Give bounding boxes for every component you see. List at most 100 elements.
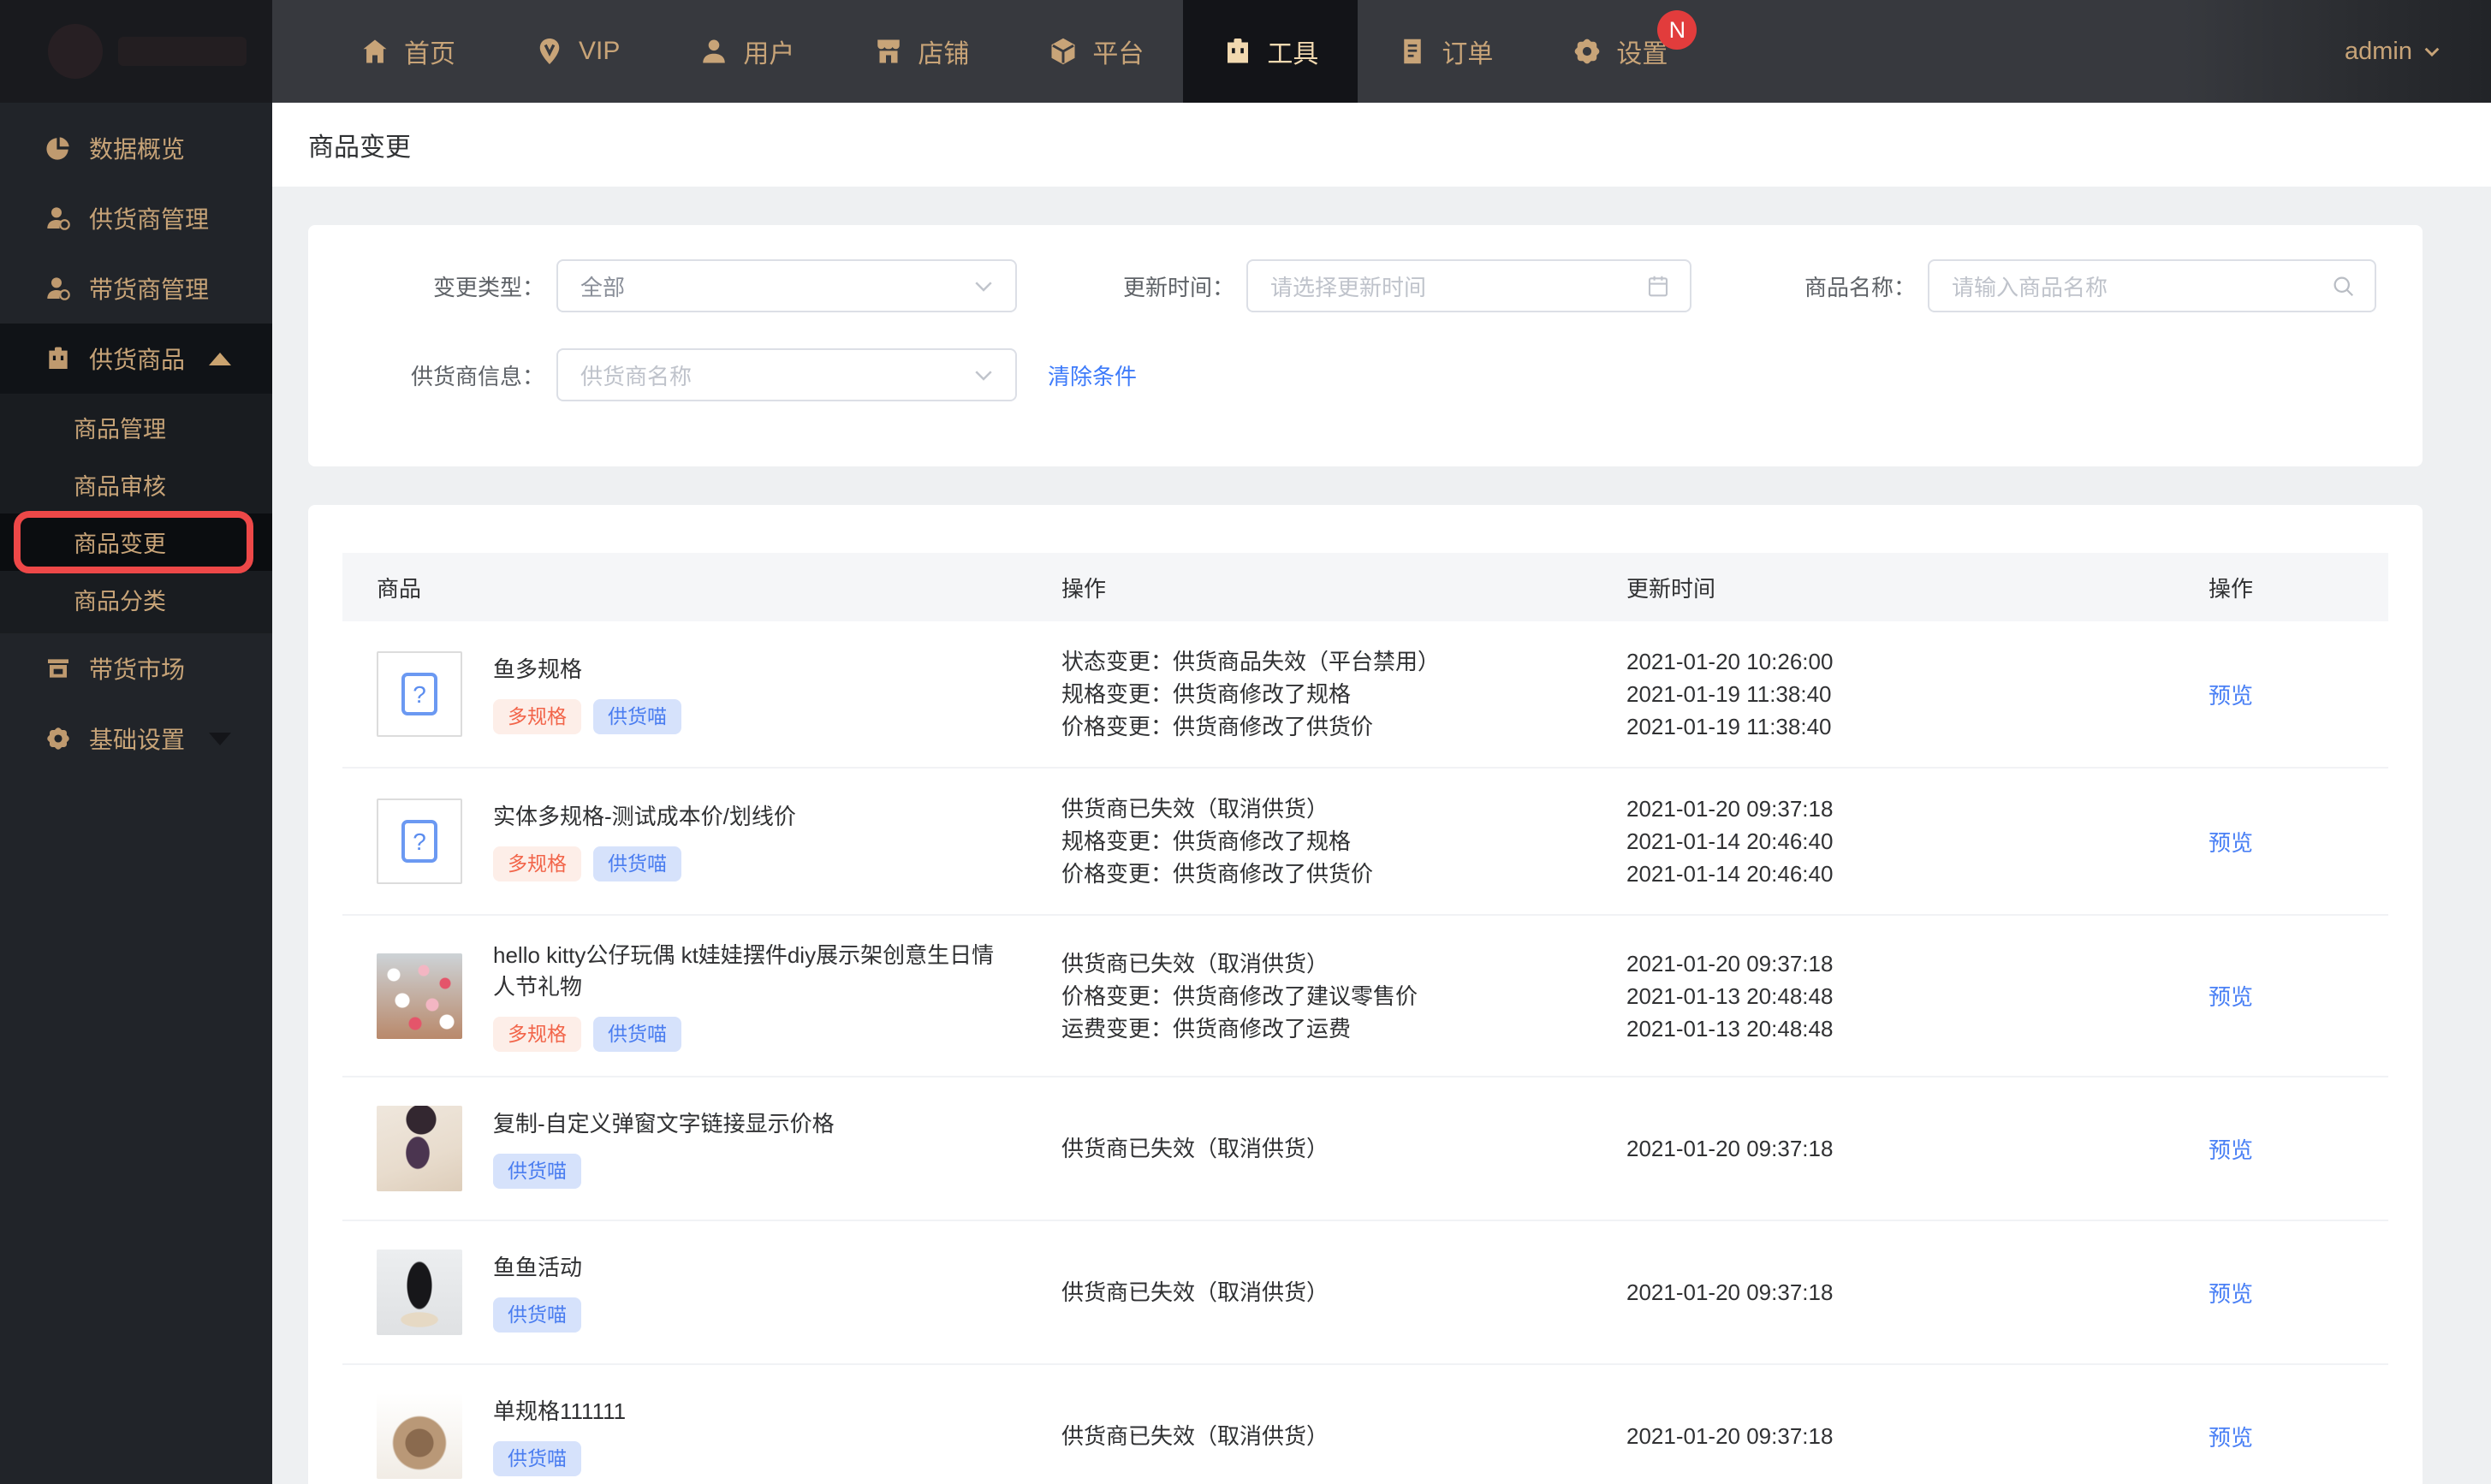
product-tags: 多规格 供货喵 bbox=[493, 1017, 1007, 1052]
sidebar-item-label: 带货商管理 bbox=[89, 276, 210, 303]
supplier-select[interactable]: 供货商名称 bbox=[556, 348, 1017, 401]
sidebar-item-distributor-management[interactable]: 带货商管理 bbox=[0, 253, 272, 324]
chevron-down-icon bbox=[971, 362, 996, 388]
update-time-cell: 2021-01-20 10:26:00 2021-01-19 11:38:40 20… bbox=[1626, 645, 2209, 743]
nav-item-vip[interactable]: VIP bbox=[495, 0, 659, 103]
order-icon bbox=[1397, 36, 1428, 67]
chevron-down-icon bbox=[209, 732, 231, 745]
sidebar-item-supply-goods[interactable]: 供货商品 bbox=[0, 324, 272, 394]
product-name: hello kitty公仔玩偶 kt娃娃摆件diy展示架创意生日情人节礼物 bbox=[493, 942, 995, 1000]
tag-blue: 供货喵 bbox=[593, 846, 681, 881]
product-photo bbox=[377, 1106, 462, 1191]
product-cell: 复制-自定义弹窗文字链接显示价格 供货喵 bbox=[342, 1106, 1061, 1191]
product-info: 复制-自定义弹窗文字链接显示价格 供货喵 bbox=[377, 1106, 1061, 1191]
preview-link[interactable]: 预览 bbox=[2209, 679, 2253, 710]
sidebar-item-basic-settings[interactable]: 基础设置 bbox=[0, 703, 272, 774]
nav-item-shops[interactable]: 店铺 bbox=[834, 0, 1008, 103]
product-text: 鱼鱼活动 供货喵 bbox=[493, 1252, 582, 1333]
operation-cell: 供货商已失效（取消供货） 规格变更：供货商修改了规格 价格变更：供货商修改了供货价 bbox=[1061, 792, 1626, 890]
time-line: 2021-01-13 20:48:48 bbox=[1626, 982, 1834, 1009]
preview-link[interactable]: 预览 bbox=[2209, 980, 2253, 1012]
sidebar-item-goods-management[interactable]: 商品管理 bbox=[0, 399, 272, 456]
distributor-icon bbox=[45, 275, 72, 302]
sidebar-item-label: 数据概览 bbox=[89, 136, 186, 163]
action-cell: 预览 bbox=[2209, 679, 2388, 710]
product-text: hello kitty公仔玩偶 kt娃娃摆件diy展示架创意生日情人节礼物多规格… bbox=[493, 940, 1007, 1052]
operation-line: 规格变更：供货商修改了规格 bbox=[1061, 681, 1352, 707]
clear-filters-link[interactable]: 清除条件 bbox=[1048, 359, 1137, 391]
chevron-down-icon bbox=[971, 273, 996, 299]
nav-item-label: VIP bbox=[579, 37, 621, 65]
update-time-label: 更新时间： bbox=[1122, 274, 1234, 300]
nav-item-orders[interactable]: 订单 bbox=[1358, 0, 1532, 103]
sidebar-item-distribution-market[interactable]: 带货市场 bbox=[0, 633, 272, 703]
sidebar-item-goods-categories[interactable]: 商品分类 bbox=[0, 571, 272, 628]
table-row: ? 鱼多规格 多规格 供货喵 状态变更：供货商品失效（平台禁用） 规格变更：供货商修改了规… bbox=[342, 621, 2388, 767]
sidebar-subitem-label: 商品审核 bbox=[74, 474, 166, 500]
sidebar-item-goods-review[interactable]: 商品审核 bbox=[0, 456, 272, 513]
product-text: 实体多规格-测试成本价/划线价 多规格 供货喵 bbox=[493, 801, 796, 881]
nav-item-platform[interactable]: 平台 bbox=[1008, 0, 1183, 103]
product-tags: 多规格 供货喵 bbox=[493, 699, 681, 734]
sidebar-item-label: 供货商管理 bbox=[89, 206, 210, 233]
sidebar-item-label: 基础设置 bbox=[89, 727, 186, 753]
nav-item-tools[interactable]: 工具 bbox=[1183, 0, 1358, 103]
tag-blue: 供货喵 bbox=[593, 1017, 681, 1052]
nav-item-users[interactable]: 用户 bbox=[659, 0, 834, 103]
product-info: ? 鱼多规格 多规格 供货喵 bbox=[377, 651, 1061, 737]
update-time-picker[interactable]: 请选择更新时间 bbox=[1246, 259, 1691, 312]
preview-link[interactable]: 预览 bbox=[2209, 1421, 2253, 1452]
update-time-cell: 2021-01-20 09:37:18 2021-01-14 20:46:40 20… bbox=[1626, 792, 2209, 890]
product-name-input[interactable]: 请输入商品名称 bbox=[1928, 259, 2376, 312]
product-text: 复制-自定义弹窗文字链接显示价格 供货喵 bbox=[493, 1108, 835, 1189]
operation-line: 价格变更：供货商修改了供货价 bbox=[1061, 714, 1374, 739]
nav-item-home[interactable]: 首页 bbox=[320, 0, 495, 103]
operation-line: 供货商已失效（取消供货） bbox=[1061, 1423, 1329, 1449]
home-icon bbox=[360, 36, 390, 67]
calendar-icon bbox=[1645, 273, 1671, 299]
nav-item-label: 用户 bbox=[743, 40, 795, 68]
operation-cell: 供货商已失效（取消供货） bbox=[1061, 1276, 1626, 1309]
product-cell: 单规格111111 供货喵 bbox=[342, 1393, 1061, 1479]
sidebar-subitem-label: 商品管理 bbox=[74, 417, 166, 442]
preview-link[interactable]: 预览 bbox=[2209, 1133, 2253, 1165]
operation-cell: 供货商已失效（取消供货） bbox=[1061, 1132, 1626, 1165]
shop-icon bbox=[873, 36, 904, 67]
tag-blue: 供货喵 bbox=[493, 1297, 581, 1333]
sidebar-item-supplier-management[interactable]: 供货商管理 bbox=[0, 183, 272, 253]
svg-text:?: ? bbox=[413, 828, 426, 855]
product-photo bbox=[377, 953, 462, 1039]
nav-item-label: 首页 bbox=[404, 40, 455, 68]
table-row: 单规格111111 供货喵 供货商已失效（取消供货） 2021-01-20 09:37… bbox=[342, 1363, 2388, 1484]
sidebar: 数据概览供货商管理带货商管理供货商品商品管理商品审核商品变更 商品分类 带货市场基础… bbox=[0, 103, 272, 1484]
supplier-label: 供货商信息： bbox=[410, 363, 544, 389]
top-nav: 首页 VIP 用户 店铺 平台 工具 订单 设置 N admin bbox=[0, 0, 2491, 103]
update-time-cell: 2021-01-20 09:37:18 bbox=[1626, 1420, 2209, 1452]
sidebar-item-data-overview[interactable]: 数据概览 bbox=[0, 113, 272, 183]
gear-icon bbox=[1572, 36, 1602, 67]
operation-line: 价格变更：供货商修改了建议零售价 bbox=[1061, 982, 1418, 1009]
time-line: 2021-01-19 11:38:40 bbox=[1626, 681, 1832, 707]
app-logo[interactable] bbox=[0, 0, 272, 103]
change-type-select[interactable]: 全部 bbox=[556, 259, 1017, 312]
logo-mark-icon bbox=[48, 24, 103, 79]
nav-item-settings[interactable]: 设置 N bbox=[1532, 0, 1707, 103]
market-icon bbox=[45, 655, 72, 682]
operation-cell: 供货商已失效（取消供货） 价格变更：供货商修改了建议零售价 运费变更：供货商修改了运… bbox=[1061, 947, 1626, 1045]
user-menu[interactable]: admin bbox=[2183, 0, 2491, 103]
product-cell: 鱼鱼活动 供货喵 bbox=[342, 1250, 1061, 1335]
operation-line: 供货商已失效（取消供货） bbox=[1061, 950, 1329, 976]
product-photo bbox=[377, 1250, 462, 1335]
time-line: 2021-01-20 09:37:18 bbox=[1626, 1423, 1834, 1449]
preview-link[interactable]: 预览 bbox=[2209, 1277, 2253, 1309]
product-tags: 供货喵 bbox=[493, 1441, 626, 1476]
product-info: 鱼鱼活动 供货喵 bbox=[377, 1250, 1061, 1335]
preview-link[interactable]: 预览 bbox=[2209, 826, 2253, 858]
sidebar-item-goods-changes[interactable]: 商品变更 bbox=[0, 511, 272, 573]
sidebar-item-label: 供货商品 bbox=[89, 347, 186, 373]
table-header: 商品 操作 更新时间 操作 bbox=[342, 553, 2388, 621]
time-line: 2021-01-20 09:37:18 bbox=[1626, 950, 1834, 976]
product-text: 鱼多规格 多规格 供货喵 bbox=[493, 654, 681, 734]
update-time-cell: 2021-01-20 09:37:18 2021-01-13 20:48:48 20… bbox=[1626, 947, 2209, 1045]
product-name: 复制-自定义弹窗文字链接显示价格 bbox=[493, 1111, 835, 1137]
